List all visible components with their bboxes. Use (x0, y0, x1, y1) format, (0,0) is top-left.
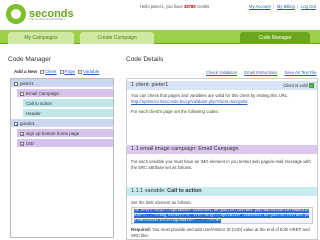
tab-code-manager[interactable]: Code Manager (240, 32, 310, 44)
checkbox-icon (59, 69, 64, 74)
main-tab-bar: My Campaigns Create Campaign Code Manage… (0, 30, 320, 44)
user-name: pieter1 (150, 4, 164, 9)
tree-item-campaign[interactable]: - Email Campaign (17, 89, 113, 98)
required-note: Required: You must provide and add User/… (131, 227, 310, 238)
tree-item-client[interactable]: - pieter1 (11, 79, 113, 88)
greeting-mid: , you have (163, 4, 183, 9)
tree-item-variable[interactable]: Call to action (23, 99, 113, 108)
add-client-option[interactable]: Client (40, 69, 57, 74)
client-instructions: You can check that pages and variables a… (131, 93, 289, 104)
code-details-content: 1 client: pieter1 Client is valid ✓ You c… (126, 78, 318, 240)
campaign-instructions: For each variable you must have an IMG e… (131, 159, 311, 170)
credits-count: 38789 (184, 4, 196, 9)
add-new-bar: Add a New Client Page Variable (14, 69, 102, 74)
variable-name: Call to action (167, 188, 202, 194)
checkbox-icon (78, 69, 83, 74)
email-instructions-link[interactable]: Email Instructions (244, 70, 277, 75)
client-codes-text: For each client's page set the following… (131, 109, 219, 114)
code-details-links: Check Validation Email Instructions Save… (206, 70, 320, 75)
img-code-block[interactable]: <a href="http://optimizer.5seconds.be/pu… (131, 207, 313, 224)
save-as-text-file-link[interactable]: Save As Text File (285, 70, 317, 75)
check-icon: ✓ (309, 83, 314, 89)
add-variable-option[interactable]: Variable (78, 69, 99, 74)
campaign-header: 1.1 email image campaign: Email Campaign (127, 145, 317, 154)
expand-icon[interactable]: + (14, 121, 18, 126)
top-links: My Account | My Billing | Log Out (248, 4, 316, 9)
logo-mark-icon (6, 4, 26, 24)
variable-header: 1.1.1 variable: Call to action (127, 187, 317, 196)
set-img-label: Set the IMG element as follows: (131, 200, 192, 205)
client-valid-status: Client is valid ✓ (283, 83, 314, 89)
my-account-link[interactable]: My Account (249, 4, 271, 9)
code-tree: - pieter1 - Email Campaign Call to action … (10, 78, 114, 238)
panel-title: Code Manager (8, 56, 51, 63)
expand-icon[interactable]: - (20, 91, 24, 96)
code-manager-panel: Code Manager Add a New Client Page Varia… (2, 52, 118, 240)
tree-item-campaign[interactable]: + UID (17, 139, 113, 148)
validator-url-link[interactable]: http://optimizer.5seconds.be/cp/validato… (131, 99, 247, 104)
expand-icon[interactable]: + (20, 131, 24, 136)
greeting: Hello pieter1, you have 38789 credits (140, 4, 209, 9)
greeting-prefix: Hello (140, 4, 150, 9)
tree-item-client[interactable]: + gundo1 (11, 119, 113, 128)
add-page-option[interactable]: Page (59, 69, 75, 74)
tab-my-campaigns[interactable]: My Campaigns (8, 32, 74, 44)
logo[interactable]: seconds (6, 4, 74, 24)
tree-item-campaign[interactable]: + sign up bottom home page (17, 129, 113, 138)
check-validation-link[interactable]: Check Validation (206, 70, 237, 75)
client-header: 1 client: pieter1 Client is valid ✓ (127, 81, 317, 90)
expand-icon[interactable]: - (14, 81, 18, 86)
add-new-label: Add a New (14, 69, 38, 74)
tab-create-campaign[interactable]: Create Campaign (80, 32, 154, 44)
checkbox-icon (40, 69, 45, 74)
code-details-panel: Code Details Check Validation Email Inst… (118, 52, 320, 240)
tree-item-variable[interactable]: Header (23, 109, 113, 118)
panel-title: Code Details (126, 56, 164, 63)
greeting-suffix: credits (196, 4, 210, 9)
logo-subtitle: The Content Email Solution (29, 17, 66, 21)
header: seconds The Content Email Solution Hello… (0, 0, 320, 30)
my-billing-link[interactable]: My Billing (277, 4, 295, 9)
log-out-link[interactable]: Log Out (301, 4, 316, 9)
expand-icon[interactable]: + (20, 141, 24, 146)
